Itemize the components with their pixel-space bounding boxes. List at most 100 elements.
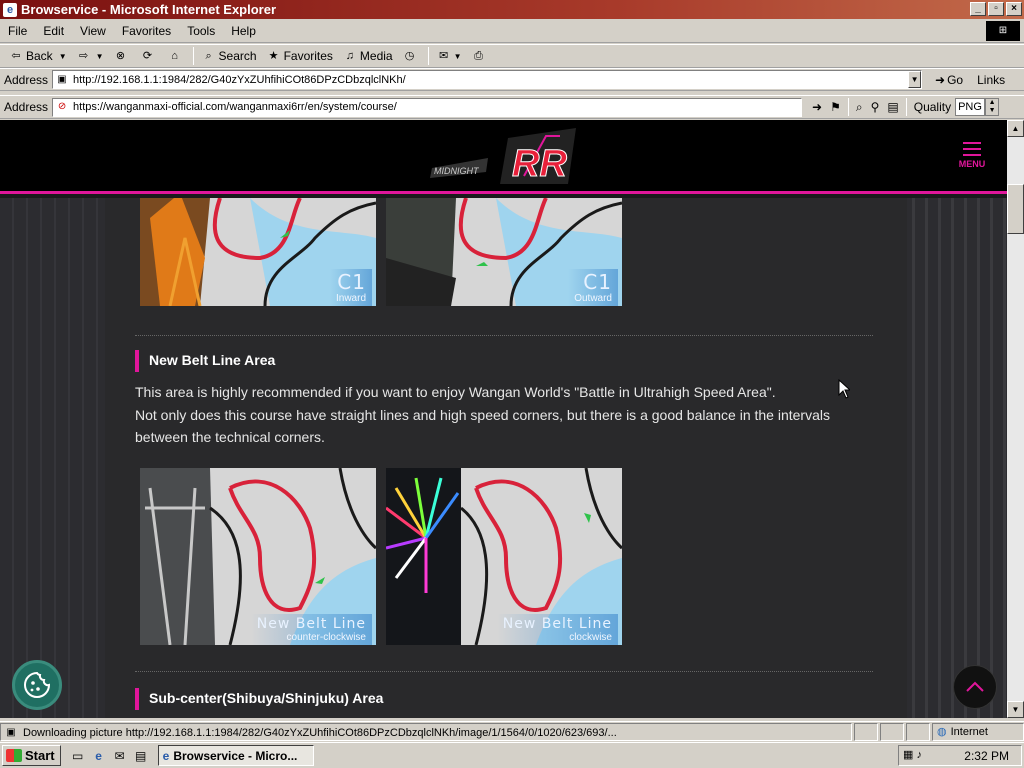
hamburger-icon	[963, 142, 981, 156]
quick-launch: ▭ e ✉ ▤	[69, 747, 150, 765]
ie-quicklaunch-icon[interactable]: e	[90, 747, 108, 765]
print-icon: ⎙	[474, 50, 483, 62]
back-dropdown-icon[interactable]: ▼	[59, 52, 67, 61]
ie-task-icon: e	[162, 748, 170, 763]
course-thumb-new-belt-line-ccw[interactable]: New Belt Line counter-clockwise	[140, 468, 376, 645]
history-button[interactable]: ◷	[398, 46, 425, 66]
home-button[interactable]: ⌂	[163, 46, 190, 66]
refresh-button[interactable]: ⟳	[136, 46, 163, 66]
course-label: New Belt Line clockwise	[496, 614, 618, 645]
search-button[interactable]: ⌕ Search	[197, 46, 262, 66]
links-button[interactable]: Links	[973, 73, 1009, 87]
start-button[interactable]: Start	[2, 745, 61, 766]
course-content: C1 Inward C1 Outward New Belt Line Area Th…	[105, 198, 907, 718]
globe-icon: ◍	[937, 725, 947, 738]
site-menu-button[interactable]: MENU	[955, 142, 989, 169]
download-page-icon: ▣	[6, 726, 16, 738]
forward-dropdown-icon[interactable]: ▼	[96, 52, 104, 61]
mail-button[interactable]: ✉ ▼	[432, 46, 467, 66]
navigate-button[interactable]: ➜	[808, 100, 826, 114]
quality-spinner[interactable]: ▲ ▼	[985, 98, 1000, 116]
web-viewport: C1 Inward C1 Outward New Belt Line Area Th…	[0, 120, 1007, 718]
mouse-cursor-icon	[838, 378, 852, 402]
ie-address-input[interactable]: ▣ http://192.168.1.1:1984/282/G40zYxZUhf…	[52, 70, 923, 89]
stop-button[interactable]: ⊗	[109, 46, 136, 66]
page-icon: ▣	[57, 73, 67, 85]
mail-dropdown-icon: ▼	[453, 51, 462, 61]
system-tray: ▦ ♪ 2:32 PM	[898, 745, 1022, 766]
back-button[interactable]: ⇦ Back ▼	[4, 46, 72, 66]
find-icon[interactable]: ⌕	[852, 100, 867, 115]
address-label: Address	[4, 72, 49, 87]
status-bar: ▣ Downloading picture http://192.168.1.1:…	[0, 721, 1024, 741]
scroll-to-top-button[interactable]	[953, 665, 997, 709]
explorer-icon[interactable]: ▤	[132, 747, 150, 765]
menu-edit[interactable]: Edit	[35, 24, 72, 38]
menu-help[interactable]: Help	[223, 24, 264, 38]
minimize-button[interactable]: _	[970, 2, 986, 16]
back-arrow-icon: ⇦	[11, 50, 21, 62]
status-cell	[854, 722, 878, 741]
outlook-icon[interactable]: ✉	[111, 747, 129, 765]
favorites-icon: ★	[268, 50, 279, 62]
favorites-button[interactable]: ★ Favorites	[262, 46, 338, 66]
ie-window: e Browservice - Microsoft Internet Explo…	[0, 0, 1024, 768]
scroll-down-icon[interactable]: ▼	[1007, 701, 1024, 718]
status-cell	[906, 722, 930, 741]
course-thumb-c1-inward[interactable]: C1 Inward	[140, 198, 376, 306]
scrollbar-thumb[interactable]	[1007, 184, 1024, 234]
find-next-icon[interactable]: ⚲	[867, 100, 884, 114]
menu-tools[interactable]: Tools	[179, 24, 223, 38]
section-description: This area is highly recommended if you w…	[135, 384, 830, 445]
site-header: MIDNIGHT RR MENU	[0, 120, 1007, 194]
forward-button[interactable]: ⇨ ▼	[72, 46, 109, 66]
course-label: New Belt Line counter-clockwise	[250, 614, 372, 645]
history-icon: ◷	[404, 50, 415, 62]
go-button[interactable]: ➜ Go	[931, 73, 967, 87]
wangan-maxi-logo[interactable]: MIDNIGHT RR	[428, 128, 580, 186]
windows-logo-icon: ⊞	[986, 21, 1020, 41]
address-dropdown-icon[interactable]: ▼	[908, 71, 922, 88]
browservice-toolbar: Address ⊘ https://wanganmaxi-official.co…	[0, 95, 1024, 119]
background-city-left	[0, 198, 105, 718]
course-thumb-new-belt-line-cw[interactable]: New Belt Line clockwise	[386, 468, 622, 645]
network-icon[interactable]: ▦ ♪	[903, 748, 922, 761]
section-heading-new-belt-line: New Belt Line Area	[135, 350, 275, 372]
browservice-address-label: Address	[4, 100, 49, 114]
vertical-scrollbar[interactable]: ▲ ▼	[1007, 120, 1024, 718]
taskbar-item-browservice[interactable]: e Browservice - Micro...	[157, 745, 314, 766]
ie-address-bar: Address ▣ http://192.168.1.1:1984/282/G4…	[0, 68, 1024, 91]
media-button[interactable]: ♫ Media	[338, 46, 398, 66]
home-icon: ⌂	[171, 50, 178, 62]
browservice-address-input[interactable]: ⊘ https://wanganmaxi-official.com/wangan…	[52, 97, 803, 117]
maximize-button[interactable]: ▫	[988, 2, 1004, 16]
insecure-icon: ⊘	[57, 101, 67, 112]
show-desktop-icon[interactable]: ▭	[69, 747, 87, 765]
menu-view[interactable]: View	[72, 24, 114, 38]
taskbar: Start ▭ e ✉ ▤ e Browservice - Micro... ▦ …	[0, 742, 1024, 768]
bookmark-icon[interactable]: ⚑	[826, 100, 845, 114]
section-divider	[135, 671, 873, 672]
svg-text:RR: RR	[512, 143, 567, 185]
menu-bar: File Edit View Favorites Tools Help	[0, 19, 1024, 43]
refresh-icon: ⟳	[142, 50, 153, 62]
clock: 2:32 PM	[964, 748, 1009, 763]
forward-arrow-icon: ⇨	[79, 50, 89, 62]
stop-icon: ⊗	[115, 50, 126, 62]
menu-favorites[interactable]: Favorites	[114, 24, 179, 38]
scroll-up-icon[interactable]: ▲	[1007, 120, 1024, 137]
close-button[interactable]: ×	[1006, 2, 1022, 16]
clipboard-icon[interactable]: ▤	[883, 100, 902, 114]
quality-label: Quality	[913, 100, 952, 114]
cookie-settings-button[interactable]	[12, 660, 62, 710]
quality-input[interactable]: PNG	[955, 98, 986, 116]
course-thumb-c1-outward[interactable]: C1 Outward	[386, 198, 622, 306]
background-city-right	[902, 198, 1007, 718]
print-button[interactable]: ⎙	[467, 46, 494, 66]
menu-file[interactable]: File	[0, 24, 35, 38]
ie-logo-icon: e	[3, 2, 17, 17]
status-cell	[880, 722, 904, 741]
mail-icon: ✉	[439, 50, 449, 62]
section-divider	[135, 335, 873, 336]
standard-toolbar: ⇦ Back ▼ ⇨ ▼ ⊗ ⟳ ⌂ ⌕ Search ★ Favorites ♫ Medi…	[0, 44, 1024, 68]
